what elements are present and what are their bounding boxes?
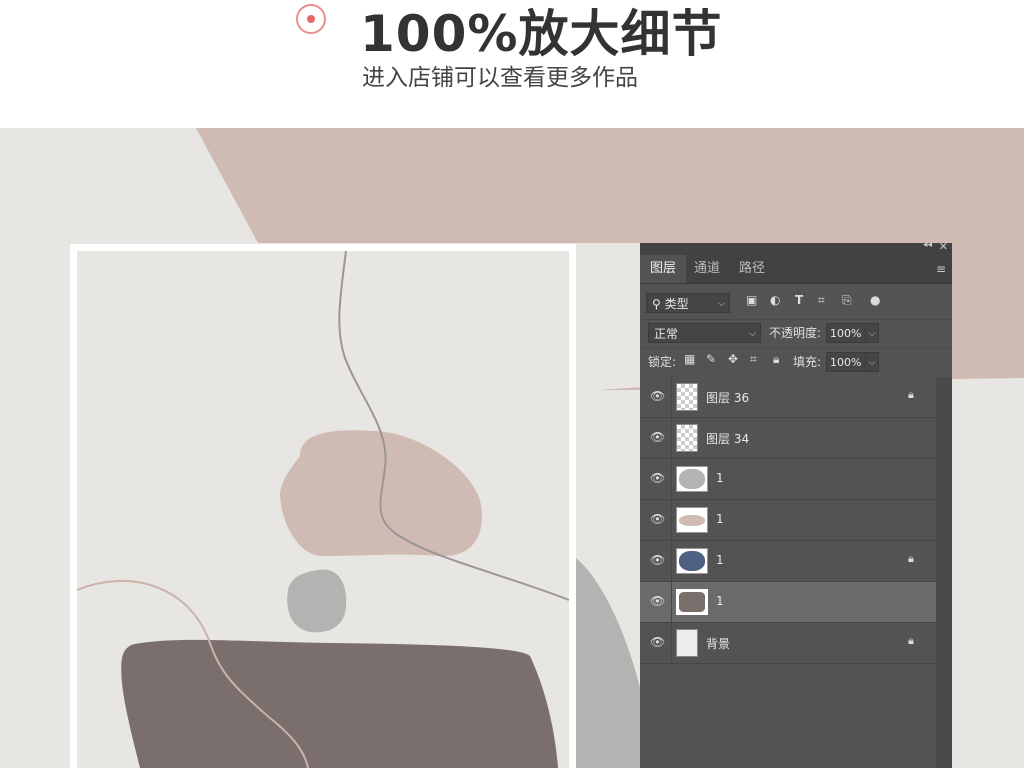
- layer-name: 1: [716, 553, 724, 567]
- layer-list-scrollbar[interactable]: [936, 377, 952, 768]
- shape-filter-icon[interactable]: ⌗: [818, 293, 825, 308]
- visibility-eye-icon[interactable]: 👁︎: [650, 553, 665, 567]
- layer-row[interactable]: 👁︎ 1 🔒︎: [640, 541, 936, 582]
- lock-brush-icon[interactable]: ✎: [706, 352, 716, 366]
- visibility-eye-icon[interactable]: 👁︎: [650, 430, 665, 444]
- image-filter-icon[interactable]: ▣: [746, 293, 757, 307]
- layer-row[interactable]: 👁︎ 1: [640, 459, 936, 500]
- layer-row-selected[interactable]: 👁︎ 1: [640, 582, 936, 623]
- layer-thumbnail: [676, 589, 708, 615]
- layer-name: 1: [716, 512, 724, 526]
- layer-thumbnail: [676, 424, 698, 452]
- opacity-input[interactable]: 100%: [826, 323, 866, 343]
- blend-mode-select[interactable]: 正常 ⌵: [648, 323, 761, 343]
- layer-name: 1: [716, 594, 724, 608]
- filter-kind-select[interactable]: ⚲ 类型 ⌵: [646, 293, 730, 313]
- layer-name: 背景: [706, 637, 731, 651]
- opacity-label: 不透明度:: [769, 326, 822, 340]
- page-header: 100%放大细节 进入店铺可以查看更多作品: [0, 0, 1024, 128]
- lock-row: 锁定: ▦ ✎ ✥ ⌗ 🔒︎ 填充: 100% ⌵: [640, 348, 952, 375]
- layer-name: 图层 36: [706, 391, 750, 405]
- visibility-eye-icon[interactable]: 👁︎: [650, 471, 665, 485]
- bullet-icon: [296, 4, 326, 34]
- smart-object-filter-icon[interactable]: ⎘: [842, 293, 852, 308]
- filter-row: ⚲ 类型 ⌵ ▣ ◐ T ⌗ ⎘ ●: [640, 290, 952, 316]
- tab-channels[interactable]: 通道: [684, 255, 730, 283]
- lock-move-icon[interactable]: ✥: [728, 352, 738, 366]
- layer-list: 👁︎ 图层 36 🔒︎ 👁︎ 图层 34 👁︎ 1 👁︎ 1 👁︎ 1 🔒︎ 👁…: [640, 377, 936, 664]
- filter-kind-label: 类型: [664, 297, 689, 311]
- tab-paths[interactable]: 路径: [729, 255, 775, 283]
- lock-artboard-icon[interactable]: ⌗: [750, 352, 757, 367]
- page-title: 100%放大细节: [360, 5, 723, 63]
- layer-row[interactable]: 👁︎ 1: [640, 500, 936, 541]
- tab-layers[interactable]: 图层: [640, 255, 687, 283]
- lock-icon: 🔒︎: [908, 388, 914, 401]
- visibility-eye-icon[interactable]: 👁︎: [650, 594, 665, 608]
- filter-toggle-icon[interactable]: ●: [870, 293, 880, 307]
- layers-panel: ◂◂ ✕ 图层 通道 路径 ≡ ⚲ 类型 ⌵ ▣ ◐ T ⌗ ⎘ ● 正常 ⌵ …: [640, 240, 952, 768]
- taupe-blob-shape: [121, 639, 558, 768]
- layer-row[interactable]: 👁︎ 背景 🔒︎: [640, 623, 936, 664]
- chevron-down-icon: ⌵: [718, 299, 725, 309]
- blend-mode-value: 正常: [654, 327, 679, 341]
- panel-menu-icon[interactable]: ≡: [936, 262, 946, 276]
- search-icon: ⚲: [652, 297, 661, 311]
- layer-thumbnail: [676, 629, 698, 657]
- lock-icon: 🔒︎: [908, 552, 914, 565]
- type-filter-icon[interactable]: T: [795, 293, 803, 307]
- layer-thumbnail: [676, 466, 708, 492]
- layer-name: 1: [716, 471, 724, 485]
- layer-thumbnail: [676, 548, 708, 574]
- fill-input[interactable]: 100%: [826, 352, 866, 372]
- layer-thumbnail: [676, 383, 698, 411]
- gray-blob-shape: [287, 569, 347, 633]
- collapse-icon[interactable]: ◂◂: [923, 240, 932, 250]
- layer-row[interactable]: 👁︎ 图层 36 🔒︎: [640, 377, 936, 418]
- layer-name: 图层 34: [706, 432, 750, 446]
- opacity-dropdown[interactable]: ⌵: [865, 323, 879, 343]
- panel-tabs: 图层 通道 路径 ≡: [640, 255, 952, 284]
- lock-icon: 🔒︎: [908, 634, 914, 647]
- fill-label: 填充:: [793, 355, 822, 369]
- close-icon[interactable]: ✕: [939, 240, 948, 253]
- page-subtitle: 进入店铺可以查看更多作品: [362, 65, 638, 91]
- lock-all-icon[interactable]: 🔒︎: [773, 352, 779, 367]
- lock-label: 锁定:: [648, 355, 677, 369]
- lock-transparent-icon[interactable]: ▦: [684, 352, 695, 366]
- chevron-down-icon: ⌵: [749, 329, 756, 339]
- layer-thumbnail: [676, 507, 708, 533]
- visibility-eye-icon[interactable]: 👁︎: [650, 512, 665, 526]
- blend-row: 正常 ⌵ 不透明度: 100% ⌵: [640, 319, 952, 346]
- visibility-eye-icon[interactable]: 👁︎: [650, 635, 665, 649]
- visibility-eye-icon[interactable]: 👁︎: [650, 389, 665, 403]
- layer-row[interactable]: 👁︎ 图层 34: [640, 418, 936, 459]
- panel-titlebar: ◂◂ ✕: [640, 240, 952, 255]
- adjustment-filter-icon[interactable]: ◐: [770, 293, 780, 307]
- fill-dropdown[interactable]: ⌵: [865, 352, 879, 372]
